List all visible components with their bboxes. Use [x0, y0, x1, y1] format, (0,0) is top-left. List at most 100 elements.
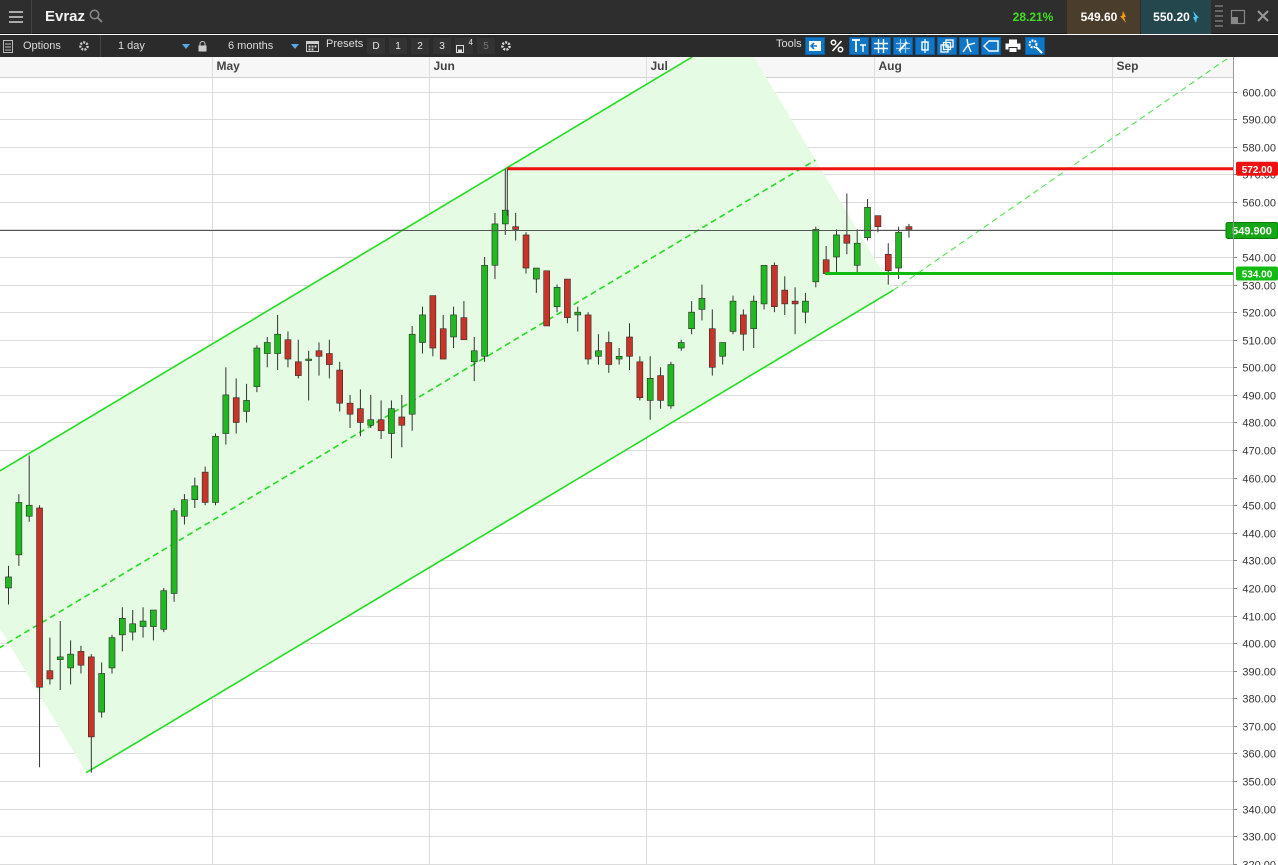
fork-icon[interactable] — [959, 37, 979, 55]
candle-body — [160, 590, 168, 630]
candle-body — [750, 300, 758, 330]
candle-body — [56, 656, 64, 660]
y-tick-label: 500.00 — [1242, 363, 1276, 375]
month-label: Sep — [1117, 59, 1139, 73]
candle-body — [419, 314, 426, 343]
text-tool-icon[interactable] — [849, 37, 869, 55]
preset-1-button[interactable]: 1 — [389, 38, 407, 54]
candle-body — [201, 471, 209, 503]
candle-body — [708, 328, 716, 368]
support-label: 534.00 — [1236, 266, 1278, 281]
candle-body — [884, 253, 892, 272]
y-tick-label: 580.00 — [1242, 143, 1276, 155]
y-tick-label: 450.00 — [1242, 501, 1276, 513]
options-gear-button[interactable] — [78, 35, 90, 57]
preset-settings-button[interactable] — [500, 35, 512, 57]
hamburger-menu-icon[interactable] — [0, 0, 32, 34]
candle-body — [191, 485, 199, 501]
down-arrow-icon — [1120, 11, 1127, 23]
candle-body — [222, 394, 230, 434]
pointer-back-icon[interactable] — [805, 37, 825, 55]
last-price-label-text: 549.900 — [1232, 226, 1272, 238]
candle-body — [170, 510, 178, 594]
candle-body — [574, 311, 582, 316]
presets-label: Presets — [326, 38, 364, 50]
preset-4-button[interactable]: 4 — [455, 38, 473, 54]
candle-body — [284, 339, 292, 360]
preset-5-button[interactable]: 5 — [477, 38, 495, 54]
candle-body — [243, 400, 250, 412]
candle-body — [553, 287, 561, 307]
candle-body — [853, 242, 861, 266]
top-bar: Evraz 28.21% 549.60 550.20 — [0, 0, 1278, 34]
candle-body — [294, 361, 302, 376]
detach-window-icon[interactable] — [1230, 9, 1246, 25]
candle-body — [615, 355, 623, 360]
candle-body — [905, 226, 913, 230]
candle-body — [5, 576, 12, 589]
search-icon[interactable] — [89, 9, 103, 23]
grip-handle-icon[interactable] — [1214, 2, 1224, 32]
gear-icon — [501, 41, 511, 51]
candle-body — [253, 347, 261, 387]
calendar-button[interactable] — [306, 35, 319, 57]
candle-body — [595, 350, 602, 357]
period-select[interactable]: 6 months — [212, 35, 299, 57]
candle-body — [139, 620, 147, 627]
y-tick-label: 560.00 — [1242, 198, 1276, 210]
y-tick-label: 480.00 — [1242, 418, 1276, 430]
instrument-title: Evraz — [45, 8, 86, 25]
candle-body — [677, 342, 685, 349]
y-tick-label: 410.00 — [1242, 612, 1276, 624]
y-tick-label: 460.00 — [1242, 474, 1276, 486]
month-label: Jul — [651, 59, 668, 73]
percent-icon[interactable] — [827, 37, 847, 55]
candle-body — [895, 231, 902, 269]
y-tick-label: 320.00 — [1242, 860, 1276, 865]
layers-icon[interactable] — [937, 37, 957, 55]
tag-icon[interactable] — [981, 37, 1001, 55]
settings-icon[interactable] — [1025, 37, 1045, 55]
crosshair-grid-icon[interactable] — [893, 37, 913, 55]
chart-toolbar: Options 1 day 6 months Presets D 1 2 3 4… — [0, 35, 1278, 57]
up-arrow-icon — [1192, 11, 1199, 23]
candle-body — [46, 670, 54, 680]
candle-body — [129, 623, 136, 633]
interval-select[interactable]: 1 day — [100, 35, 190, 57]
preset-d-button[interactable]: D — [367, 38, 385, 54]
candle-body — [791, 300, 799, 305]
candle-body — [25, 504, 33, 517]
print-icon[interactable] — [1003, 37, 1023, 55]
candle-body — [543, 270, 551, 327]
grid-icon[interactable] — [871, 37, 891, 55]
candle-body — [470, 350, 478, 363]
options-button[interactable]: Options — [3, 35, 61, 57]
candle-body — [512, 226, 519, 230]
tools-label: Tools — [776, 38, 802, 50]
candle-body — [698, 298, 706, 310]
buy-price-button[interactable]: 550.20 — [1141, 0, 1211, 34]
candle-body — [346, 402, 354, 415]
candle-icon[interactable] — [915, 37, 935, 55]
preset-3-button[interactable]: 3 — [433, 38, 451, 54]
candle-body — [584, 314, 592, 360]
candle-body — [729, 300, 737, 332]
y-tick-label: 510.00 — [1242, 336, 1276, 348]
chevron-down-icon — [182, 43, 190, 49]
month-label: Aug — [879, 59, 902, 73]
price-chart[interactable]: 600.00590.00580.00570.00560.00550.00540.… — [0, 57, 1278, 865]
candle-body — [67, 653, 74, 669]
candle-body — [812, 229, 820, 283]
chart-canvas[interactable]: 600.00590.00580.00570.00560.00550.00540.… — [0, 57, 1278, 865]
y-tick-label: 370.00 — [1242, 722, 1276, 734]
candle-body — [398, 416, 406, 426]
y-tick-label: 490.00 — [1242, 391, 1276, 403]
sell-price-button[interactable]: 549.60 — [1067, 0, 1140, 34]
candle-body — [408, 333, 416, 415]
candle-body — [605, 342, 613, 365]
close-icon[interactable] — [1256, 9, 1270, 23]
candle-body — [212, 435, 219, 503]
preset-2-button[interactable]: 2 — [411, 38, 429, 54]
candle-body — [636, 361, 644, 398]
lock-button[interactable] — [198, 35, 207, 57]
